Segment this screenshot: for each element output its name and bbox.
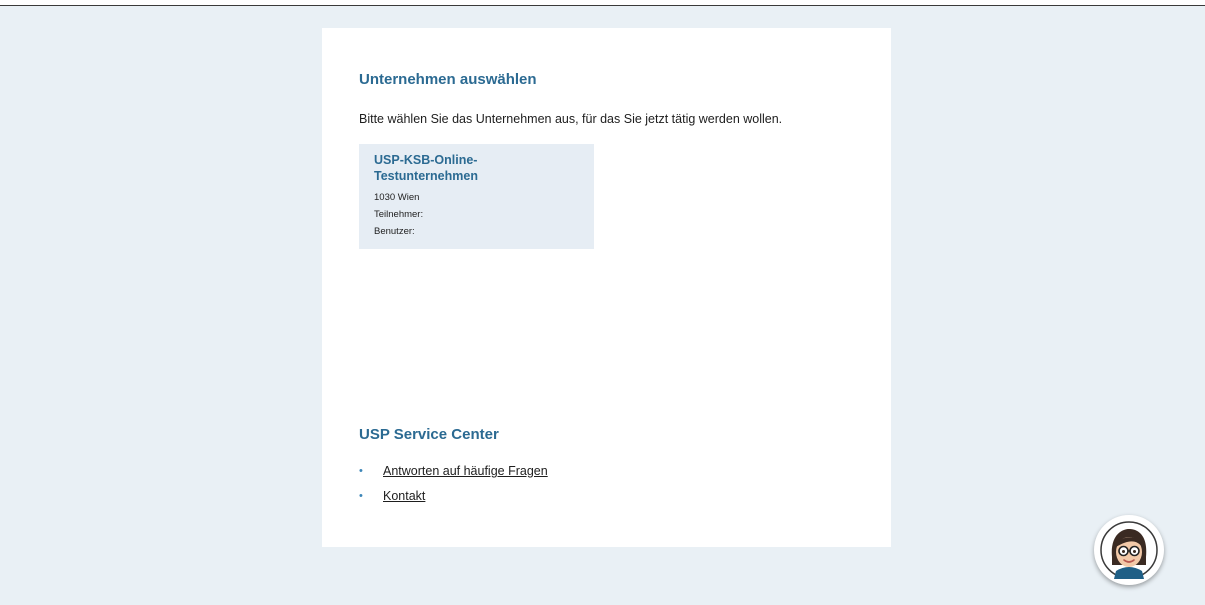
bullet-icon: • <box>359 465 363 477</box>
company-tile[interactable]: USP-KSB-Online-Testunternehmen 1030 Wien… <box>359 144 594 249</box>
bullet-icon: • <box>359 490 363 502</box>
company-name: USP-KSB-Online-Testunternehmen <box>374 153 478 183</box>
select-company-intro: Bitte wählen Sie das Unternehmen aus, fü… <box>359 112 783 126</box>
assistant-avatar-button[interactable] <box>1094 515 1164 585</box>
top-divider <box>0 5 1205 6</box>
company-participants-label: Teilnehmer: <box>374 209 424 220</box>
company-users-label: Benutzer: <box>374 226 415 237</box>
faq-link[interactable]: Antworten auf häufige Fragen <box>383 463 548 479</box>
contact-link[interactable]: Kontakt <box>383 488 425 504</box>
content-card: Unternehmen auswählen Bitte wählen Sie d… <box>322 28 891 547</box>
assistant-avatar-icon <box>1100 521 1158 579</box>
company-city: 1030 Wien <box>374 192 420 203</box>
service-center-title: USP Service Center <box>359 426 499 443</box>
page: Unternehmen auswählen Bitte wählen Sie d… <box>0 0 1205 605</box>
select-company-title: Unternehmen auswählen <box>359 71 537 88</box>
